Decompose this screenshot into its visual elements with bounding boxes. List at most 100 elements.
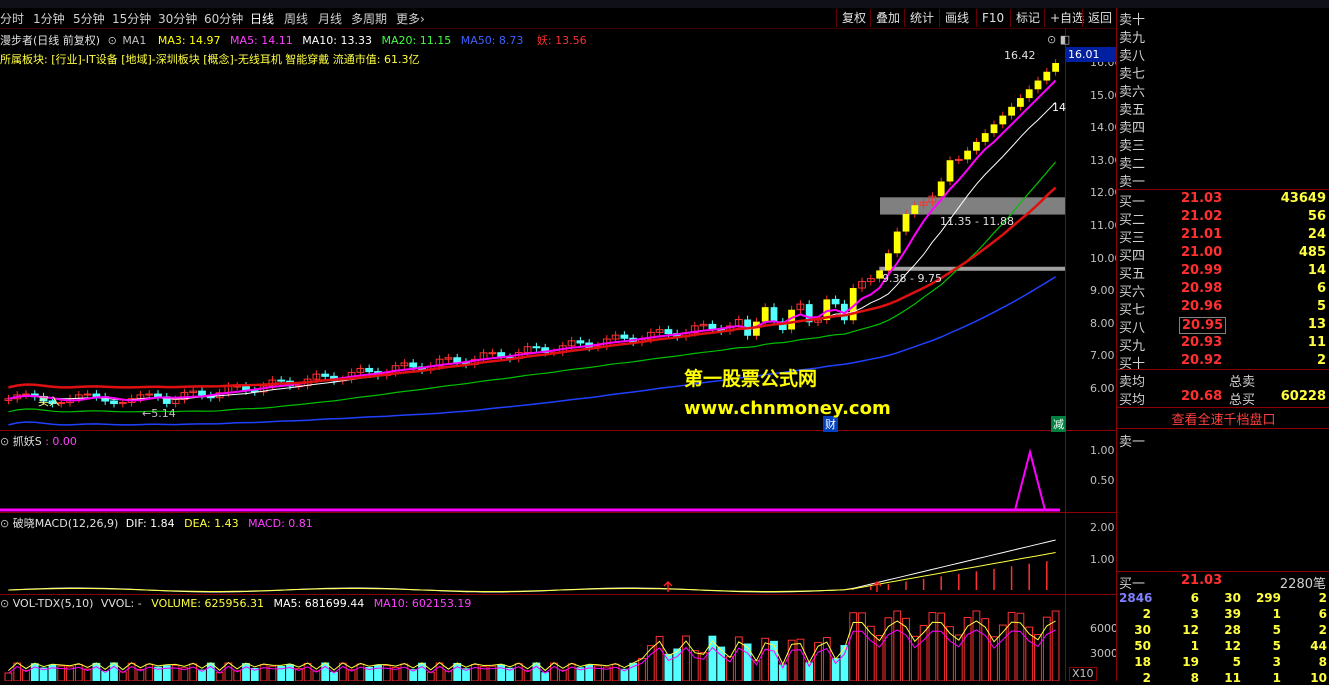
bid-row[interactable]: 买七 20.96 5 — [1119, 299, 1328, 318]
queue-order-size: 2 — [1142, 671, 1151, 685]
volume-bar — [919, 624, 928, 681]
bid-level-label: 买三 — [1119, 231, 1146, 246]
vvol-value: VVOL: - — [100, 597, 142, 610]
volume-bar — [215, 672, 224, 681]
support-zone — [880, 266, 1066, 271]
candle-body — [1017, 98, 1024, 107]
volume-value: VOLUME: 625956.31 — [151, 597, 264, 610]
bid-row[interactable]: 买二 21.02 56 — [1119, 209, 1328, 228]
dea-value: DEA: 1.43 — [184, 517, 239, 530]
chart-canvas — [0, 59, 1066, 681]
bid-volume: 2 — [1316, 353, 1326, 368]
period-tab-15min[interactable]: 15分钟 — [112, 10, 151, 27]
order-book-panel: 卖十 卖九卖八 卖七 卖六卖五卖四 卖三 卖二卖一 买一 21.03 43649 买二 21… — [1116, 8, 1329, 685]
trade-count: 2280笔 — [1279, 577, 1326, 592]
volume-bar — [638, 657, 646, 681]
candle-body — [981, 133, 989, 142]
period-tab-weekly[interactable]: 周线 — [284, 10, 308, 27]
ask-row[interactable]: 卖二 — [1119, 153, 1328, 172]
queue-order-size: 5 — [1232, 655, 1241, 669]
adjust-button[interactable]: 复权 — [836, 9, 871, 27]
candle-body — [620, 334, 629, 339]
ask-row[interactable]: 卖七 — [1119, 63, 1328, 82]
ask-row[interactable]: 卖四 — [1119, 117, 1328, 136]
panel-toggle-icon[interactable]: ⊙ — [0, 517, 9, 530]
panel-toggle-icon[interactable]: ⊙ — [0, 435, 9, 448]
volume-bar — [330, 671, 338, 681]
order-book-divider — [1117, 407, 1329, 408]
draw-button[interactable]: 画线 — [939, 9, 974, 27]
period-tab-more[interactable]: 更多› — [396, 10, 425, 27]
chart-options-icon[interactable]: ⊙ ◧ — [1047, 33, 1070, 46]
dif-value: DIF: 1.84 — [125, 517, 175, 530]
bid-row[interactable]: 买八 20.95 13 — [1119, 317, 1328, 336]
period-tab-monthly[interactable]: 月线 — [318, 10, 342, 27]
bid-row[interactable]: 买一 21.03 43649 — [1119, 191, 1328, 210]
bid-row[interactable]: 买九 20.93 11 — [1119, 335, 1328, 354]
reduce-holding-tag[interactable]: 减 — [1051, 416, 1066, 432]
period-tab-30min[interactable]: 30分钟 — [158, 10, 197, 27]
ask-row[interactable]: 卖六 — [1119, 81, 1328, 100]
volume-bar — [990, 636, 998, 681]
bid-level-label: 买九 — [1119, 339, 1146, 354]
bid-price: 20.96 — [1181, 299, 1223, 314]
bid-row[interactable]: 买六 20.98 6 — [1119, 281, 1328, 300]
ask-row[interactable]: 卖十 — [1119, 9, 1328, 28]
vol-ma10-value: MA10: 602153.19 — [373, 597, 472, 610]
candle-body — [1043, 71, 1051, 81]
overlay-button[interactable]: 叠加 — [870, 9, 905, 27]
queue-order-size: 18 — [1134, 655, 1151, 669]
stats-button[interactable]: 统计 — [904, 9, 939, 27]
view-full-depth-link[interactable]: 查看全速千档盘口 — [1117, 409, 1329, 428]
volume-bar — [567, 663, 576, 681]
macd-tick: 2.00 — [1090, 521, 1115, 534]
ask-row[interactable]: 卖一 — [1119, 171, 1328, 190]
ask-row[interactable]: 卖八 — [1119, 45, 1328, 64]
period-tab-60min[interactable]: 60分钟 — [204, 10, 243, 27]
candle-body — [83, 393, 92, 396]
bid-row[interactable]: 买十 20.92 2 — [1119, 353, 1328, 372]
mark-button[interactable]: 标记 — [1010, 9, 1045, 27]
vol-ma5-value: MA5: 681699.44 — [273, 597, 365, 610]
volume-bar — [866, 625, 875, 681]
low-price-value: 5.14 — [151, 407, 176, 420]
high-label: 16.42 — [1004, 49, 1036, 62]
bid-price: 21.03 — [1181, 191, 1223, 206]
ask-level-label: 卖五 — [1119, 103, 1146, 118]
period-tab-1min[interactable]: 1分钟 — [33, 10, 65, 27]
price-tick-label: 8.00 — [1090, 316, 1115, 330]
vol-legend: ⊙ VOL-TDX(5,10) VVOL: - VOLUME: 625956.3… — [0, 597, 471, 610]
ask-level-label: 卖八 — [1119, 49, 1146, 64]
volume-bar — [761, 637, 770, 681]
avg-sell-label: 卖均 — [1119, 375, 1146, 390]
period-tab-daily[interactable]: 日线 — [250, 10, 274, 27]
volume-bar — [682, 635, 690, 681]
period-tab-5min[interactable]: 5分钟 — [73, 10, 105, 27]
candle-body — [973, 141, 980, 151]
ask-row[interactable]: 卖五 — [1119, 99, 1328, 118]
volume-bar — [787, 639, 796, 681]
volume-bar — [338, 662, 347, 681]
volume-bar — [110, 662, 118, 681]
bid-volume: 13 — [1307, 317, 1326, 332]
f10-button[interactable]: F10 — [976, 9, 1009, 27]
ask-row[interactable]: 卖九 — [1119, 27, 1328, 46]
bid-row[interactable]: 买四 21.00 485 — [1119, 245, 1328, 264]
volume-bar — [550, 662, 558, 681]
period-tab-timeshare[interactable]: 分时 — [0, 10, 24, 27]
bid-price: 20.92 — [1181, 353, 1223, 368]
panel-toggle-icon[interactable]: ⊙ — [0, 597, 9, 610]
bid-row[interactable]: 买五 20.99 14 — [1119, 263, 1328, 282]
back-button[interactable]: 返回 — [1082, 9, 1117, 27]
candle-body — [770, 307, 778, 322]
ask-level-label: 卖一 — [1119, 175, 1146, 190]
volume-bar — [611, 663, 620, 681]
ask-row[interactable]: 卖三 — [1119, 135, 1328, 154]
candle-body — [664, 329, 673, 335]
period-tab-multi[interactable]: 多周期 — [351, 10, 387, 27]
bid-row[interactable]: 买三 21.01 24 — [1119, 227, 1328, 246]
bid-volume: 43649 — [1280, 191, 1326, 206]
volume-bar — [1034, 633, 1042, 681]
ask-level-label: 卖四 — [1119, 121, 1146, 136]
sell1-queue-label: 卖一 — [1119, 435, 1146, 450]
